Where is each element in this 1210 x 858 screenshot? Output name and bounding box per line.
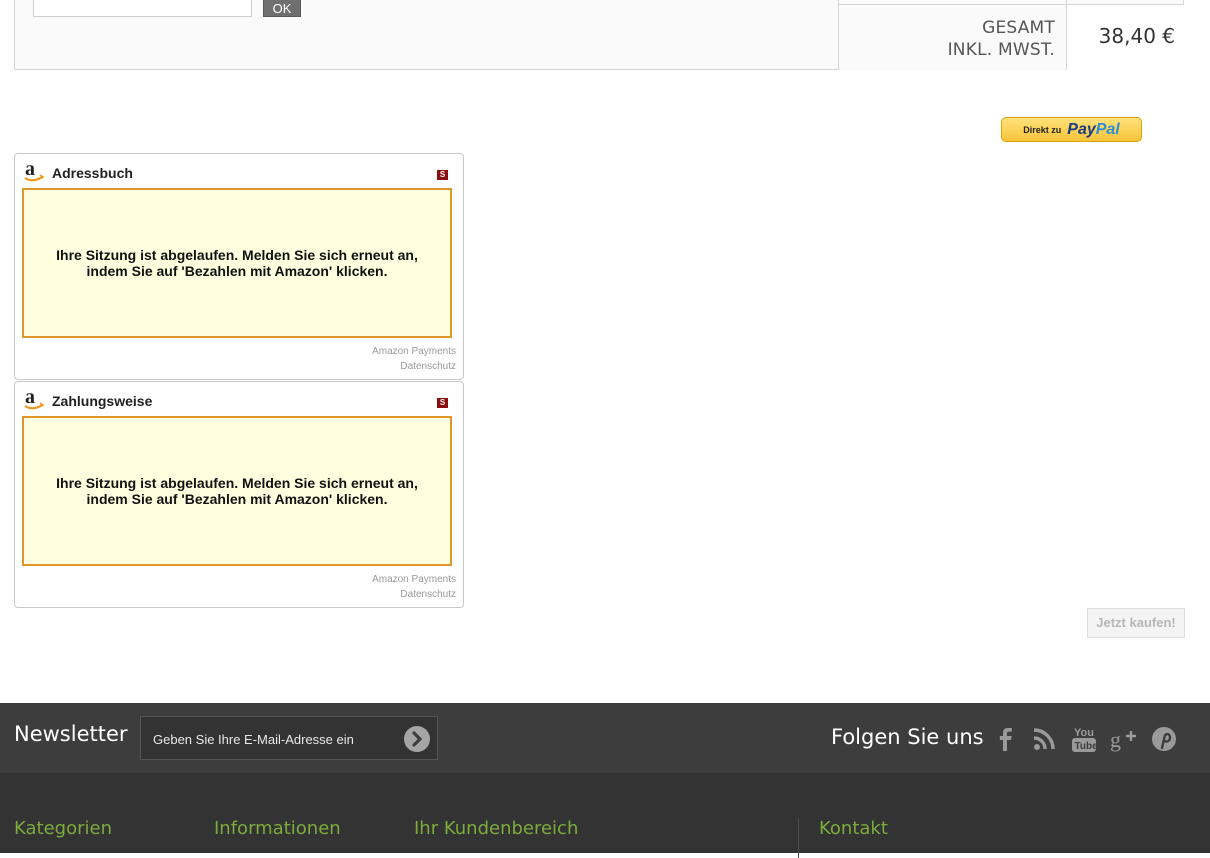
newsletter-email-input[interactable]: Geben Sie Ihre E-Mail-Adresse ein [140, 716, 438, 760]
voucher-ok-button[interactable]: OK [263, 0, 301, 17]
session-expired-message: Ihre Sitzung ist abgelaufen. Melden Sie … [56, 475, 418, 507]
widget-title: Adressbuch [52, 165, 133, 181]
paypal-express-button[interactable]: Direkt zu PayPal [1001, 117, 1142, 142]
buy-now-button[interactable]: Jetzt kaufen! [1087, 608, 1185, 638]
total-label-line2: INKL. MWST. [947, 40, 1055, 60]
amazon-payments-link[interactable]: Amazon Payments [372, 344, 456, 359]
paypal-prefix: Direkt zu [1023, 124, 1062, 135]
amazon-wallet-widget: a Zahlungsweise S Ihre Sitzung ist abgel… [14, 381, 464, 608]
amazon-logo-icon: a [24, 387, 45, 410]
chevron-right-icon [412, 731, 423, 747]
security-badge-icon: S [437, 398, 448, 408]
svg-text:Tube: Tube [1075, 741, 1099, 752]
amazon-addressbook-widget: a Adressbuch S Ihre Sitzung ist abgelauf… [14, 153, 464, 380]
newsletter-placeholder: Geben Sie Ihre E-Mail-Adresse ein [153, 732, 354, 747]
session-expired-message: Ihre Sitzung ist abgelaufen. Melden Sie … [56, 247, 418, 279]
footer-heading-contact[interactable]: Kontakt [819, 818, 888, 839]
facebook-icon[interactable] [991, 724, 1019, 754]
footer-heading-information[interactable]: Informationen [214, 818, 341, 839]
rss-icon[interactable] [1030, 724, 1058, 754]
footer-heading-customer-area[interactable]: Ihr Kundenbereich [414, 818, 578, 839]
footer-heading-categories[interactable]: Kategorien [14, 818, 112, 839]
widget-footer: Amazon Payments Datenschutz [372, 344, 456, 374]
privacy-link[interactable]: Datenschutz [372, 359, 456, 374]
follow-us-title: Folgen Sie uns [831, 725, 984, 749]
amazon-logo-icon: a [24, 159, 45, 182]
svg-text:a: a [25, 387, 35, 408]
pinterest-icon[interactable] [1150, 724, 1178, 754]
widget-footer: Amazon Payments Datenschutz [372, 572, 456, 602]
newsletter-title: Newsletter [14, 722, 128, 746]
footer-links-area [0, 773, 1210, 853]
footer-divider [798, 818, 799, 858]
widget-title: Zahlungsweise [52, 393, 153, 409]
amazon-payments-link[interactable]: Amazon Payments [372, 572, 456, 587]
voucher-input[interactable] [33, 0, 252, 17]
newsletter-submit-button[interactable] [404, 726, 430, 752]
google-plus-icon[interactable]: g [1110, 724, 1138, 754]
svg-text:g: g [1110, 727, 1121, 752]
privacy-link[interactable]: Datenschutz [372, 587, 456, 602]
youtube-icon[interactable]: You Tube [1070, 724, 1098, 754]
total-value-cell: 38,40 € [1066, 4, 1184, 70]
total-label-cell: GESAMT INKL. MWST. [838, 4, 1067, 70]
session-expired-box: Ihre Sitzung ist abgelaufen. Melden Sie … [22, 416, 452, 566]
svg-text:You: You [1074, 727, 1094, 739]
paypal-logo: PayPal [1067, 120, 1120, 138]
total-label: GESAMT INKL. MWST. [948, 17, 1055, 61]
session-expired-box: Ihre Sitzung ist abgelaufen. Melden Sie … [22, 188, 452, 338]
security-badge-icon: S [437, 170, 448, 180]
total-label-line1: GESAMT [982, 18, 1055, 38]
total-value: 38,40 € [1098, 24, 1175, 48]
svg-text:a: a [25, 159, 35, 180]
